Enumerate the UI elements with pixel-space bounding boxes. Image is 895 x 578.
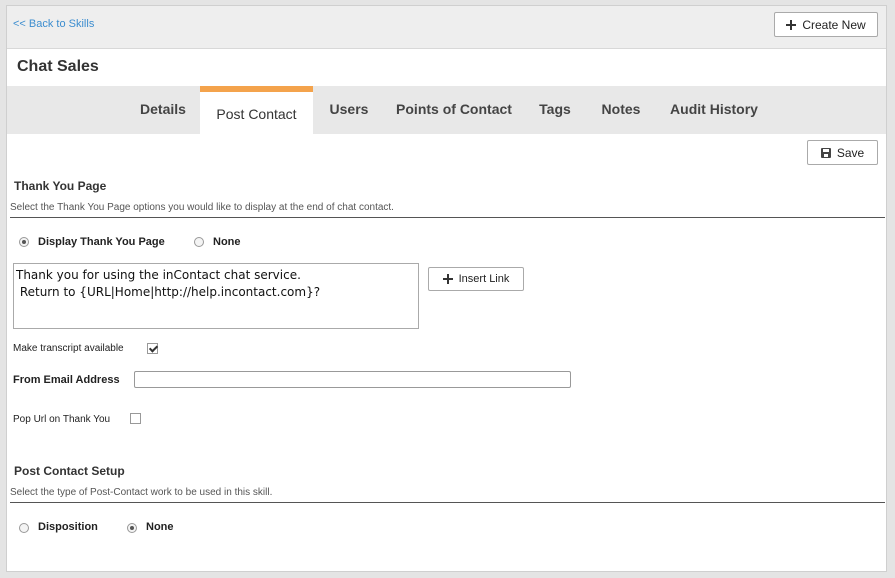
post-contact-section-description: Select the type of Post-Contact work to … (10, 487, 273, 498)
plus-icon (786, 19, 797, 30)
pop-url-checkbox[interactable] (130, 413, 141, 424)
radio-label-thank-you-none: None (213, 236, 241, 248)
tab-notes[interactable]: Notes (596, 86, 646, 134)
radio-display-thank-you-page[interactable] (19, 237, 29, 247)
create-new-label: Create New (802, 17, 866, 32)
insert-link-button[interactable]: Insert Link (428, 267, 524, 291)
thank-you-section-description: Select the Thank You Page options you wo… (10, 202, 394, 213)
tab-points-of-contact[interactable]: Points of Contact (393, 86, 515, 134)
radio-label-disposition: Disposition (38, 521, 98, 533)
from-email-input[interactable] (134, 371, 571, 388)
tab-details[interactable]: Details (133, 86, 193, 134)
pop-url-label: Pop Url on Thank You (13, 414, 111, 425)
radio-thank-you-none[interactable] (194, 237, 204, 247)
save-button[interactable]: Save (807, 140, 878, 165)
radio-label-display-thank-you-page: Display Thank You Page (38, 236, 165, 248)
tab-bar: Details Post Contact Users Points of Con… (7, 86, 886, 135)
transcript-label: Make transcript available (13, 343, 124, 354)
thank-you-divider (10, 217, 885, 218)
plus-icon (442, 274, 453, 284)
thank-you-message-textarea[interactable]: Thank you for using the inContact chat s… (13, 263, 419, 329)
create-new-button[interactable]: Create New (774, 12, 878, 37)
top-bar: << Back to Skills Create New (7, 6, 886, 49)
tab-post-contact[interactable]: Post Contact (200, 86, 313, 135)
main-panel: << Back to Skills Create New Chat Sales … (6, 5, 887, 572)
tab-tags[interactable]: Tags (534, 86, 576, 134)
tab-users[interactable]: Users (325, 86, 373, 134)
insert-link-label: Insert Link (458, 273, 510, 285)
page-title: Chat Sales (17, 58, 99, 75)
thank-you-section-title: Thank You Page (14, 179, 107, 193)
radio-disposition[interactable] (19, 523, 29, 533)
back-to-skills-link[interactable]: << Back to Skills (13, 18, 94, 30)
post-contact-section-title: Post Contact Setup (14, 464, 125, 478)
post-contact-divider (10, 502, 885, 503)
save-label: Save (836, 145, 865, 160)
from-email-label: From Email Address (13, 374, 120, 386)
radio-post-contact-none[interactable] (127, 523, 137, 533)
transcript-checkbox[interactable] (147, 343, 158, 354)
radio-label-post-contact-none: None (146, 521, 174, 533)
tab-audit-history[interactable]: Audit History (666, 86, 762, 134)
floppy-disk-icon (820, 147, 831, 158)
